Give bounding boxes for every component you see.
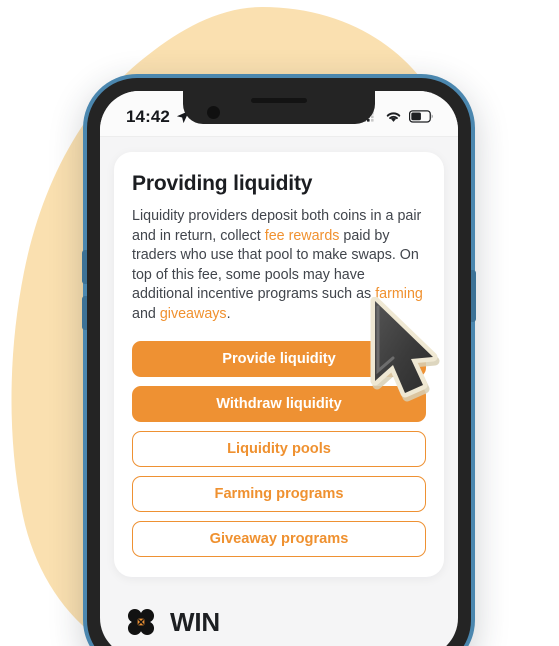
phone-bezel: 14:42 Providing liquidity Liquidity prov…: [87, 78, 471, 646]
battery-icon: [409, 110, 433, 123]
front-camera-icon: [207, 106, 220, 119]
withdraw-liquidity-button[interactable]: Withdraw liquidity: [132, 385, 426, 422]
giveaways-link[interactable]: giveaways: [160, 306, 227, 322]
status-clock: 14:42: [126, 106, 170, 126]
wifi-icon: [386, 112, 401, 122]
giveaway-programs-button[interactable]: Giveaway programs: [132, 520, 426, 557]
phone-device: 14:42 Providing liquidity Liquidity prov…: [82, 74, 476, 646]
status-bar-left: 14:42: [126, 101, 190, 127]
farming-link[interactable]: farming: [375, 286, 423, 302]
win-section-header: WIN: [126, 607, 458, 638]
body-text-part-4: .: [226, 305, 231, 322]
phone-screen: 14:42 Providing liquidity Liquidity prov…: [100, 91, 458, 646]
phone-notch: [183, 91, 375, 124]
fee-rewards-link[interactable]: fee rewards: [265, 228, 340, 244]
earpiece-speaker: [251, 98, 307, 103]
four-leaf-clover-icon: [127, 609, 155, 636]
page-title: Providing liquidity: [132, 172, 313, 195]
body-text-part-3: and: [132, 305, 160, 322]
liquidity-pools-button[interactable]: Liquidity pools: [132, 430, 426, 467]
app-content[interactable]: Providing liquidity Liquidity providers …: [100, 137, 458, 646]
card-description: Liquidity providers deposit both coins i…: [132, 207, 426, 325]
providing-liquidity-card: Providing liquidity Liquidity providers …: [114, 152, 444, 577]
scene: 14:42 Providing liquidity Liquidity prov…: [0, 0, 559, 646]
power-button[interactable]: [471, 270, 476, 322]
farming-programs-button[interactable]: Farming programs: [132, 475, 426, 512]
provide-liquidity-button[interactable]: Provide liquidity: [132, 340, 426, 377]
win-title: WIN: [170, 606, 220, 637]
